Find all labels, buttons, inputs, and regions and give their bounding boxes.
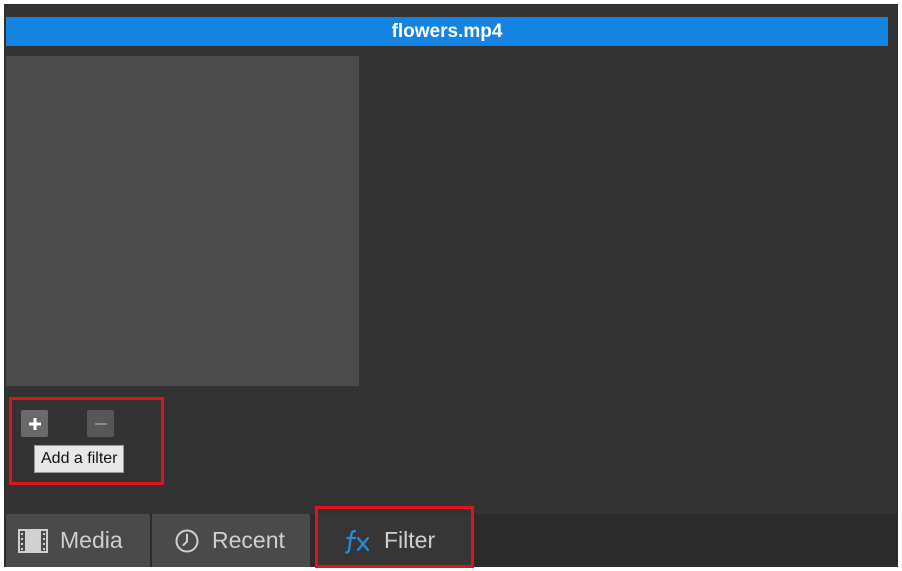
tab-recent[interactable]: Recent: [152, 514, 310, 567]
clip-file-name: flowers.mp4: [391, 21, 503, 42]
tab-media[interactable]: Media: [6, 514, 150, 567]
tab-filter-label: Filter: [384, 527, 436, 553]
filter-list[interactable]: [6, 56, 359, 386]
plus-icon: [28, 417, 41, 430]
clock-icon: [175, 529, 199, 552]
tab-recent-label: Recent: [212, 527, 285, 553]
clip-title-bar: flowers.mp4: [6, 17, 888, 46]
film-strip-icon: [18, 528, 48, 553]
tab-filter[interactable]: Filter: [318, 514, 471, 567]
remove-filter-button[interactable]: [87, 410, 114, 437]
add-filter-button[interactable]: [21, 410, 48, 437]
tab-media-label: Media: [60, 527, 123, 553]
fx-icon: [344, 529, 370, 554]
add-filter-tooltip: Add a filter: [34, 445, 125, 473]
minus-icon: [94, 422, 107, 425]
